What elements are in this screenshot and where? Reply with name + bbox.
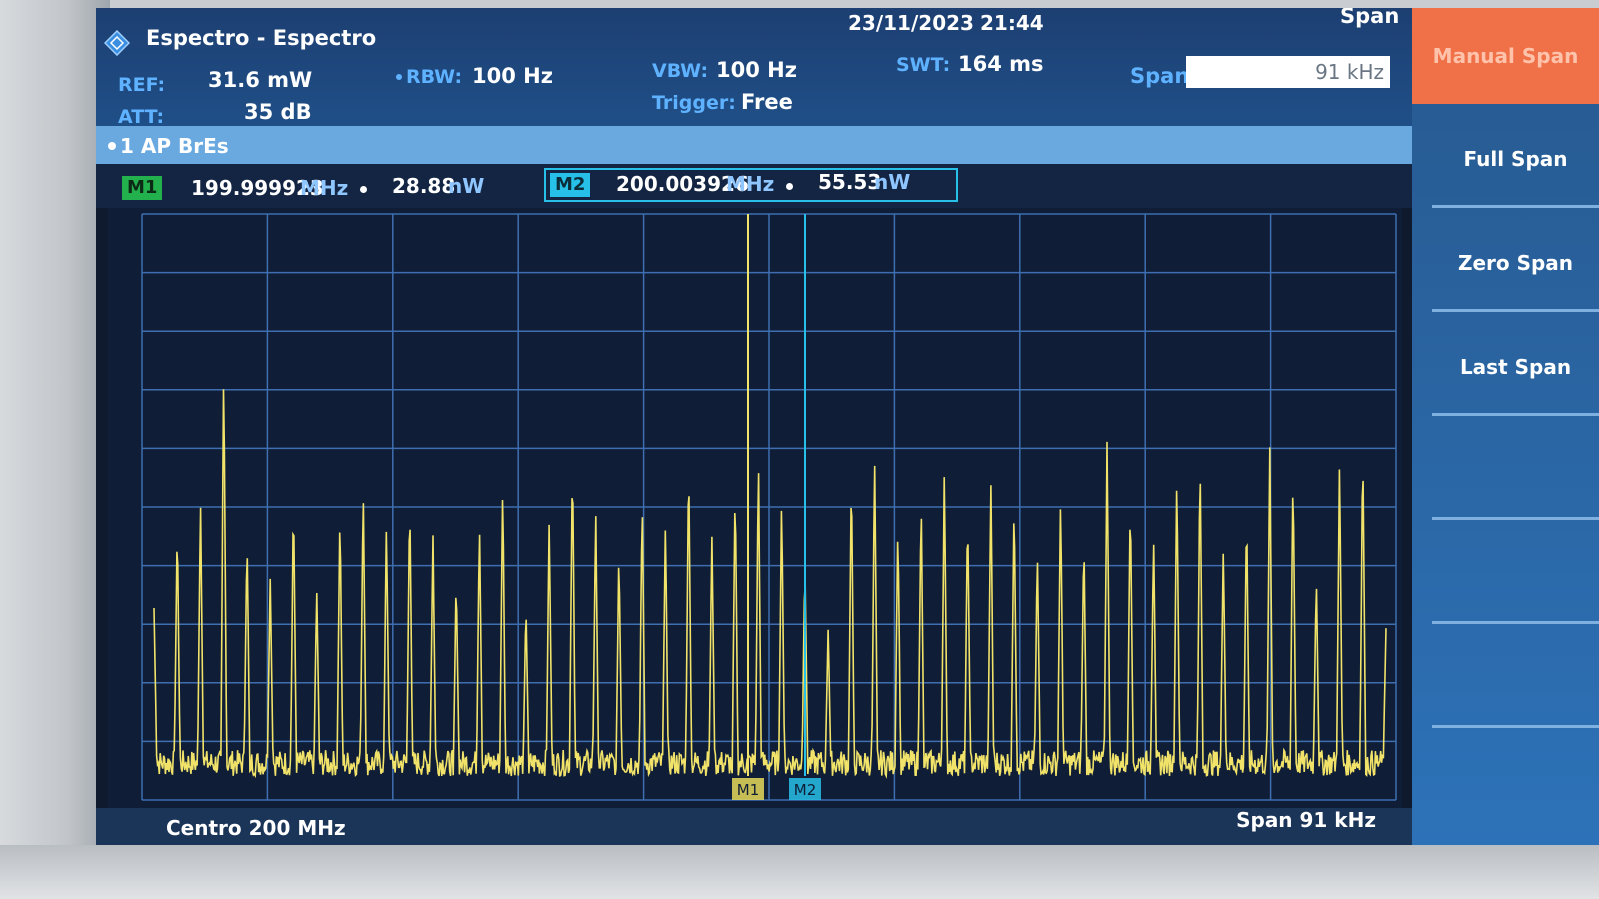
device-bezel-bottom	[0, 845, 1599, 899]
trace-indicator-dot	[108, 142, 116, 150]
vbw-label: VBW:	[652, 60, 709, 82]
marker2-separator-dot	[786, 183, 793, 190]
date-display: 23/11/2023	[848, 11, 974, 35]
analyzer-screen: Espectro - Espectro 23/11/2023 21:44 REF…	[96, 8, 1599, 846]
trace-label: 1 AP BrEs	[120, 134, 229, 158]
ref-label: REF:	[118, 74, 166, 96]
marker1-separator-dot	[360, 186, 367, 193]
span-footer-label: Span 91 kHz	[1236, 808, 1376, 832]
swt-value: 164 ms	[958, 52, 1044, 76]
marker1-level: 28.88	[392, 174, 456, 198]
rbw-value: 100 Hz	[472, 64, 553, 88]
trigger-label: Trigger:	[652, 92, 736, 114]
rohde-schwarz-logo-icon	[104, 30, 130, 56]
plot-footer: Centro 200 MHz Span 91 kHz	[96, 808, 1412, 846]
softkey-menu-title: Span	[1340, 8, 1400, 28]
softkey-zero-span[interactable]: Zero Span	[1432, 216, 1599, 312]
span-input[interactable]: 91 kHz	[1186, 56, 1390, 88]
softkey-manual-span[interactable]: Manual Span	[1412, 8, 1599, 104]
softkey-zero-span-label: Zero Span	[1457, 250, 1574, 275]
trigger-value: Free	[741, 90, 793, 114]
window-title: Espectro - Espectro	[146, 26, 377, 50]
spectrum-plot[interactable]: M1 M2	[108, 208, 1402, 808]
ref-value: 31.6 mW	[208, 68, 313, 92]
device-bezel	[0, 0, 110, 899]
plot-grid	[141, 213, 1397, 801]
rbw-label: RBW:	[406, 66, 463, 88]
rbw-coupled-indicator	[396, 74, 402, 80]
softkey-empty-6[interactable]	[1432, 528, 1599, 624]
marker1-tag[interactable]: M1	[122, 176, 163, 200]
time-display: 21:44	[980, 11, 1044, 35]
att-label: ATT:	[118, 106, 165, 128]
marker2-level-unit: nW	[874, 170, 911, 194]
swt-label: SWT:	[896, 54, 951, 76]
softkey-empty-7[interactable]	[1432, 632, 1599, 728]
info-bar: Espectro - Espectro 23/11/2023 21:44 REF…	[96, 8, 1412, 128]
softkey-panel: Manual Span Full Span Zero Span Last Spa…	[1412, 8, 1599, 846]
marker1-plot-tag-label: M1	[737, 781, 760, 799]
vbw-value: 100 Hz	[716, 58, 797, 82]
softkey-full-span-label: Full Span	[1463, 146, 1568, 171]
softkey-menu-title-wrap: Span	[1326, 8, 1406, 34]
center-frequency-label: Centro 200 MHz	[166, 816, 346, 840]
marker2-active-box[interactable]: M2 200.003926 MHz 55.53 nW	[544, 168, 958, 202]
marker2-plot-tag-label: M2	[794, 781, 817, 799]
marker2-tag: M2	[550, 173, 591, 197]
softkey-manual-span-label: Manual Span	[1432, 44, 1579, 68]
spectrum-trace	[153, 389, 1387, 779]
marker1-frequency-unit: MHz	[300, 176, 349, 200]
marker-bar: M1 199.999923 MHz 28.88 nW M2 200.003926…	[96, 164, 1412, 208]
softkey-last-span-label: Last Span	[1459, 354, 1572, 379]
softkey-last-span[interactable]: Last Span	[1432, 320, 1599, 416]
marker2-level: 55.53	[818, 170, 882, 194]
marker1-level-unit: nW	[448, 174, 485, 198]
softkey-full-span[interactable]: Full Span	[1432, 112, 1599, 208]
marker2-frequency-unit: MHz	[726, 172, 775, 196]
att-value: 35 dB	[244, 100, 312, 124]
trace-info-bar: 1 AP BrEs	[96, 126, 1412, 164]
span-input-label: Span	[1130, 64, 1190, 88]
softkey-empty-5[interactable]	[1432, 424, 1599, 520]
